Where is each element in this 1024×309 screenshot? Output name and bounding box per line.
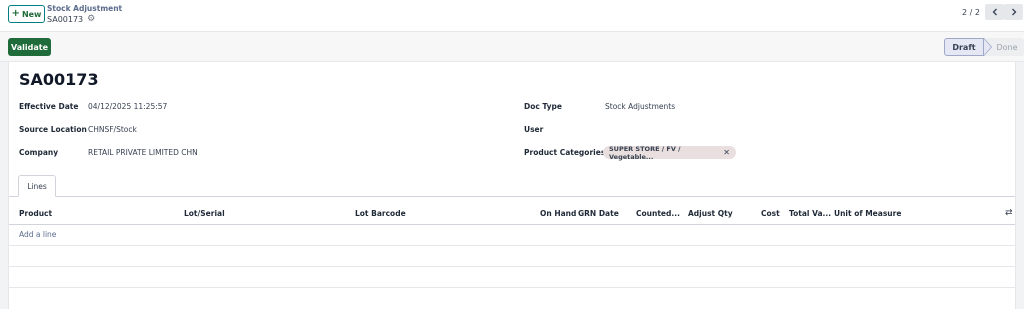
- tab-lines[interactable]: Lines: [18, 175, 56, 197]
- user-label: User: [524, 125, 544, 134]
- column-header-on-hand[interactable]: On Hand: [540, 209, 576, 218]
- chevron-right-icon: [1011, 8, 1016, 16]
- chevron-left-icon: [992, 8, 997, 16]
- column-header-product[interactable]: Product: [19, 209, 52, 218]
- column-header-cost[interactable]: Cost: [761, 209, 780, 218]
- form-sheet: SA00173 Effective Date 04/12/2025 11:25:…: [8, 62, 1016, 309]
- column-header-adjust-qty[interactable]: Adjust Qty: [688, 209, 733, 218]
- control-panel: + New Stock Adjustment SA00173 ⚙ 2 / 2: [0, 0, 1024, 32]
- table-row-divider: [9, 245, 1015, 246]
- user-field[interactable]: [605, 125, 805, 135]
- doc-type-label: Doc Type: [524, 102, 563, 111]
- column-header-grn-date[interactable]: GRN Date: [578, 209, 619, 218]
- effective-date-label: Effective Date: [19, 102, 79, 111]
- effective-date-field[interactable]: 04/12/2025 11:25:57: [88, 102, 167, 111]
- new-button[interactable]: + New: [8, 5, 45, 23]
- company-field[interactable]: RETAIL PRIVATE LIMITED CHN: [88, 148, 198, 157]
- column-header-total-value[interactable]: Total Va...: [789, 209, 831, 218]
- doc-type-field[interactable]: Stock Adjustments: [605, 102, 675, 111]
- table-row-divider: [9, 287, 1015, 288]
- column-header-unit-of-measure[interactable]: Unit of Measure: [834, 209, 901, 218]
- close-icon[interactable]: ✕: [723, 148, 730, 157]
- product-categories-label: Product Categories: [524, 148, 606, 157]
- table-row-divider: [9, 266, 1015, 267]
- table-header: Product Lot/Serial Lot Barcode On Hand G…: [9, 205, 1015, 225]
- breadcrumb-parent[interactable]: Stock Adjustment: [47, 4, 122, 13]
- optional-columns-icon[interactable]: ⇄: [1005, 208, 1013, 218]
- status-step-draft[interactable]: Draft: [944, 38, 992, 56]
- status-bar: Draft Done: [944, 38, 1024, 56]
- new-button-label: New: [21, 9, 42, 19]
- pager-next-button[interactable]: [1004, 4, 1023, 20]
- validate-button[interactable]: Validate: [8, 38, 51, 56]
- tab-divider: [9, 196, 1015, 197]
- source-location-field[interactable]: CHNSF/Stock: [88, 125, 137, 134]
- source-location-label: Source Location: [19, 125, 87, 134]
- breadcrumb-current: SA00173 ⚙: [47, 14, 95, 24]
- product-category-tag-label: SUPER STORE / FV / Vegetable...: [609, 144, 681, 161]
- pager-value[interactable]: 2 / 2: [962, 8, 980, 17]
- pager-previous-button[interactable]: [985, 4, 1004, 20]
- column-header-counted[interactable]: Counted...: [636, 209, 680, 218]
- breadcrumb-current-label: SA00173: [47, 14, 84, 24]
- record-reference: SA00173: [19, 70, 99, 89]
- action-bar: Validate Draft Done: [0, 32, 1024, 62]
- plus-icon: +: [11, 8, 20, 19]
- company-label: Company: [19, 148, 59, 157]
- add-line-link[interactable]: Add a line: [19, 230, 56, 239]
- column-header-lot-serial[interactable]: Lot/Serial: [184, 209, 225, 218]
- product-category-tag[interactable]: SUPER STORE / FV / Vegetable... ✕: [603, 144, 736, 161]
- gear-icon[interactable]: ⚙: [87, 14, 95, 24]
- column-header-lot-barcode[interactable]: Lot Barcode: [355, 209, 406, 218]
